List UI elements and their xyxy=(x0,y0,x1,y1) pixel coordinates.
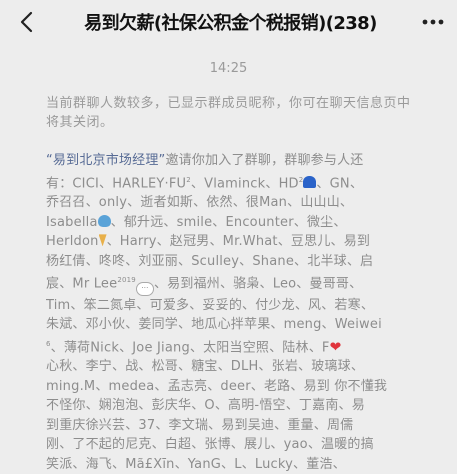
system-notice: 当前群聊人数较多，已显示群成员昵称，你可在聊天信息页中将其关闭。 xyxy=(46,96,411,130)
join-line: 宸、Mr Lee2019··· 、易到福州、骆枭、Leo、曼哥哥、 xyxy=(46,271,421,296)
ellipsis-icon xyxy=(422,19,444,25)
inviter-link[interactable]: “易到北京市场经理” xyxy=(46,153,165,168)
message-timestamp: 14:25 xyxy=(209,61,248,76)
join-line: 乔召召、only、逝者如斯、依然、很Man、山山山、 xyxy=(46,195,354,211)
join-line: ming.M、medea、孟志亮、deer、老路、易到 你不懂我 xyxy=(46,378,388,394)
join-line: Herldon 、Harry、赵冠男、Mr.What、豆思儿、易到 xyxy=(46,234,371,250)
heart-emoji-icon: ❤ xyxy=(329,338,342,355)
group-join-message: “易到北京市场经理”邀请你加入了群聊，群聊参与人还 有：CICI、HARLEY·… xyxy=(46,151,421,474)
join-line: 到重庆徐兴芸、37、李文瑞、易到吴迪、重量、周儒 xyxy=(46,417,354,433)
join-line: 有：CICI、HARLEY·FU2、Vlaminck、HD2 、GN、 xyxy=(46,175,364,191)
cap-emoji-icon xyxy=(303,175,317,188)
navigation-bar: 易到欠薪(社保公积金个税报销)(238) xyxy=(0,0,457,44)
join-line: 杨红倩、咚咚、刘亚丽、Sculley、Shane、北半球、启 xyxy=(46,253,374,269)
join-line: 心秋、李宁、战、松哥、糖宝、DLH、张岩、玻璃球、 xyxy=(46,359,365,375)
join-line: Tim、笨二氮卓、可爱多、妥妥的、付少龙、风、若寒、 xyxy=(46,297,375,313)
ice-cream-emoji-icon xyxy=(98,234,107,247)
join-line: 刚、了不起的尼克、白超、张博、展儿、yao、温暖的搞 xyxy=(46,437,374,453)
join-line: 6、薄荷Nick、Joe Jiang、太阳当空照、陆林、F❤ xyxy=(46,338,342,355)
speech-bubble-icon: ··· xyxy=(135,281,154,296)
join-line: 笑派、海飞、Mã£Xīn、YanG、L、Lucky、董浩、 xyxy=(46,456,346,472)
join-line: “易到北京市场经理”邀请你加入了群聊，群聊参与人还 xyxy=(46,153,364,168)
join-line: Isabella 、郁升远、smile、Encounter、微尘、 xyxy=(46,214,347,230)
more-button[interactable] xyxy=(419,8,447,36)
join-line: 不怪你、娴泡泡、彭庆华、O、高明-悟空、丁嘉南、易 xyxy=(46,398,365,414)
chevron-left-icon xyxy=(20,11,33,33)
join-line: 朱斌、邓小伙、姜同学、地瓜心拌苹果、meng、Weiwei xyxy=(46,317,382,333)
whale-emoji-icon xyxy=(97,214,111,227)
chat-title: 易到欠薪(社保公积金个税报销)(238) xyxy=(84,13,377,34)
back-button[interactable] xyxy=(14,8,42,36)
